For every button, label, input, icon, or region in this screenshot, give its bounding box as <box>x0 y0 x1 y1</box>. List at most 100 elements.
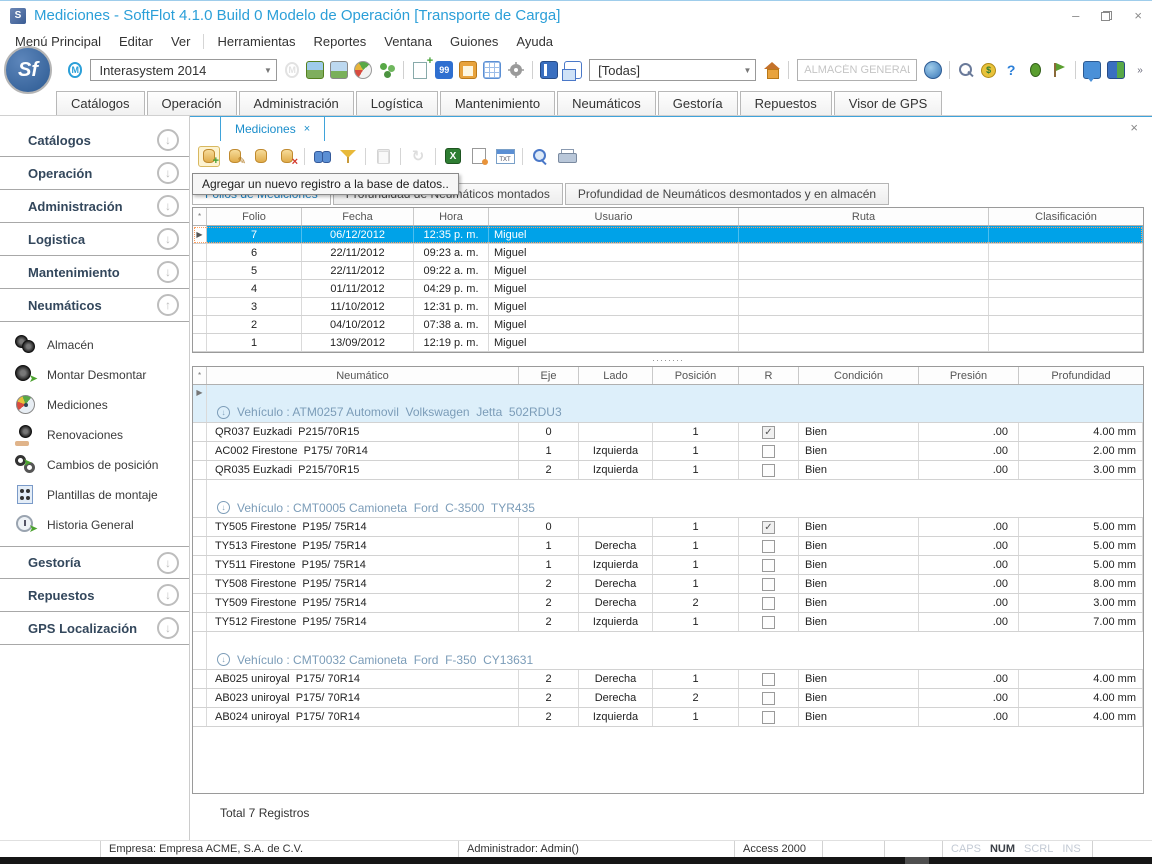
sidebar-section-gps-localizacion[interactable]: GPS Localización ↓ <box>0 612 189 645</box>
image-icon[interactable] <box>330 61 348 79</box>
document-tab-mediciones[interactable]: Mediciones × <box>220 116 325 141</box>
detalle-row[interactable]: AC002 Firestone P175/ 70R141Izquierda1Bi… <box>193 442 1143 461</box>
users-icon[interactable] <box>378 61 396 79</box>
print-icon[interactable] <box>555 146 577 167</box>
detalle-row[interactable]: TY512 Firestone P195/ 75R142Izquierda1Bi… <box>193 613 1143 632</box>
vehicle-group-row[interactable]: ▶↓Vehículo : ATM0257 Automovil Volkswage… <box>193 385 1143 423</box>
detalle-row[interactable]: TY505 Firestone P195/ 75R1401✓Bien.005.0… <box>193 518 1143 537</box>
sidebar-item-renovaciones[interactable]: Renovaciones <box>0 420 189 450</box>
sidebar-section-logistica[interactable]: Logistica ↓ <box>0 223 189 256</box>
new-document-icon[interactable] <box>411 61 429 79</box>
sidebar-section-repuestos[interactable]: Repuestos ↓ <box>0 579 189 612</box>
print-preview-icon[interactable] <box>529 146 551 167</box>
sidebar-item-mediciones[interactable]: Mediciones <box>0 390 189 420</box>
sidebar-item-historia-general[interactable]: ➤ Historia General <box>0 510 189 540</box>
m-badge-icon[interactable]: M <box>68 62 82 78</box>
close-button[interactable]: × <box>1134 8 1142 23</box>
sidebar-item-montar-desmontar[interactable]: ➤ Montar Desmontar <box>0 360 189 390</box>
menu-item-editar[interactable]: Editar <box>110 34 162 49</box>
r-checkbox[interactable] <box>762 711 775 724</box>
menu-item-guiones[interactable]: Guiones <box>441 34 507 49</box>
wrench-search-icon[interactable] <box>957 61 975 79</box>
tab-visor-de-gps[interactable]: Visor de GPS <box>834 91 943 115</box>
sidebar-item-cambios-de-posicion[interactable]: ➤ Cambios de posición <box>0 450 189 480</box>
close-icon[interactable]: × <box>304 123 310 135</box>
binoculars-icon[interactable] <box>311 146 333 167</box>
detalle-row[interactable]: AB023 uniroyal P175/ 70R142Derecha2Bien.… <box>193 689 1143 708</box>
sidebar-item-plantillas-de-montaje[interactable]: Plantillas de montaje <box>0 480 189 510</box>
folios-row[interactable]: 311/10/201212:31 p. m.Miguel <box>193 298 1143 316</box>
column-header-profundidad[interactable]: Profundidad <box>1019 367 1143 384</box>
r-checkbox[interactable] <box>762 616 775 629</box>
help-icon[interactable]: ? <box>1002 61 1020 79</box>
chat-icon[interactable] <box>1083 61 1101 79</box>
grid-splitter[interactable]: ········ <box>192 353 1144 366</box>
sidebar-section-catalogos[interactable]: Catálogos ↓ <box>0 124 189 157</box>
detalle-row[interactable]: TY511 Firestone P195/ 75R141Izquierda1Bi… <box>193 556 1143 575</box>
r-checkbox[interactable] <box>762 578 775 591</box>
r-checkbox[interactable] <box>762 540 775 553</box>
menu-item-reportes[interactable]: Reportes <box>305 34 376 49</box>
sidebar-section-gestoria[interactable]: Gestoría ↓ <box>0 546 189 579</box>
r-checkbox[interactable] <box>762 597 775 610</box>
database-icon[interactable] <box>250 146 272 167</box>
column-header-folio[interactable]: Folio <box>207 208 302 225</box>
column-header-ruta[interactable]: Ruta <box>739 208 989 225</box>
txt-export-icon[interactable]: TXT <box>494 146 516 167</box>
bug-icon[interactable] <box>1026 61 1044 79</box>
r-checkbox[interactable] <box>762 559 775 572</box>
vehicle-group-row[interactable]: ↓Vehículo : CMT0032 Camioneta Ford F-350… <box>193 650 1143 670</box>
tab-gestoria[interactable]: Gestoría <box>658 91 738 115</box>
tab-mantenimiento[interactable]: Mantenimiento <box>440 91 555 115</box>
folios-row[interactable]: 522/11/201209:22 a. m.Miguel <box>193 262 1143 280</box>
tab-neumaticos[interactable]: Neumáticos <box>557 91 656 115</box>
windows-icon[interactable] <box>564 61 582 79</box>
tab-administracion[interactable]: Administración <box>239 91 354 115</box>
column-header-neumatico[interactable]: Neumático <box>207 367 519 384</box>
folios-row[interactable]: 622/11/201209:23 a. m.Miguel <box>193 244 1143 262</box>
overflow-icon[interactable]: » <box>1131 61 1149 79</box>
column-header-hora[interactable]: Hora <box>414 208 489 225</box>
sidebar-item-almacen[interactable]: Almacén <box>0 330 189 360</box>
table-icon[interactable] <box>483 61 501 79</box>
delete-record-icon[interactable]: × <box>276 146 298 167</box>
detalle-row[interactable]: QR035 Euzkadi P215/70R152Izquierda1Bien.… <box>193 461 1143 480</box>
sidebar-section-mantenimiento[interactable]: Mantenimiento ↓ <box>0 256 189 289</box>
exit-icon[interactable] <box>1107 61 1125 79</box>
folios-row[interactable]: ▶706/12/201212:35 p. m.Miguel <box>193 226 1143 244</box>
tab-logistica[interactable]: Logística <box>356 91 438 115</box>
folios-row[interactable]: 113/09/201212:19 p. m.Miguel <box>193 334 1143 352</box>
export-note-icon[interactable] <box>468 146 490 167</box>
column-header-posicion[interactable]: Posición <box>653 367 739 384</box>
add-record-icon[interactable]: + <box>198 146 220 167</box>
detalle-row[interactable]: TY508 Firestone P195/ 75R142Derecha1Bien… <box>193 575 1143 594</box>
menu-item-ver[interactable]: Ver <box>162 34 200 49</box>
r-checkbox[interactable] <box>762 464 775 477</box>
tab-repuestos[interactable]: Repuestos <box>740 91 832 115</box>
gauge-icon[interactable] <box>354 61 372 79</box>
edit-record-icon[interactable]: ✎ <box>224 146 246 167</box>
detalle-row[interactable]: AB025 uniroyal P175/ 70R142Derecha1Bien.… <box>193 670 1143 689</box>
coins-icon[interactable]: $ <box>981 63 996 78</box>
folios-row[interactable]: 401/11/201204:29 p. m.Miguel <box>193 280 1143 298</box>
sub-tab-profundidad-desmontados[interactable]: Profundidad de Neumáticos desmontados y … <box>565 183 889 205</box>
r-checkbox[interactable]: ✓ <box>762 521 775 534</box>
sidebar-section-administracion[interactable]: Administración ↓ <box>0 190 189 223</box>
building-icon[interactable] <box>306 61 324 79</box>
detalle-row[interactable]: QR037 Euzkadi P215/70R1501✓Bien.004.00 m… <box>193 423 1143 442</box>
tab-catalogos[interactable]: Catálogos <box>56 91 145 115</box>
flag-icon[interactable] <box>1050 61 1068 79</box>
badge-99-icon[interactable]: 99 <box>435 61 453 79</box>
folios-row[interactable]: 204/10/201207:38 a. m.Miguel <box>193 316 1143 334</box>
r-checkbox[interactable] <box>762 692 775 705</box>
r-checkbox[interactable] <box>762 673 775 686</box>
todas-dropdown[interactable]: [Todas] ▼ <box>589 59 756 81</box>
menu-item-herramientas[interactable]: Herramientas <box>208 34 304 49</box>
column-header-lado[interactable]: Lado <box>579 367 653 384</box>
tab-operacion[interactable]: Operación <box>147 91 237 115</box>
sidebar-section-neumaticos[interactable]: Neumáticos ↑ <box>0 289 189 322</box>
almacen-input[interactable] <box>797 59 917 81</box>
column-header-r[interactable]: R <box>739 367 799 384</box>
gear-icon[interactable] <box>507 61 525 79</box>
column-header-usuario[interactable]: Usuario <box>489 208 739 225</box>
